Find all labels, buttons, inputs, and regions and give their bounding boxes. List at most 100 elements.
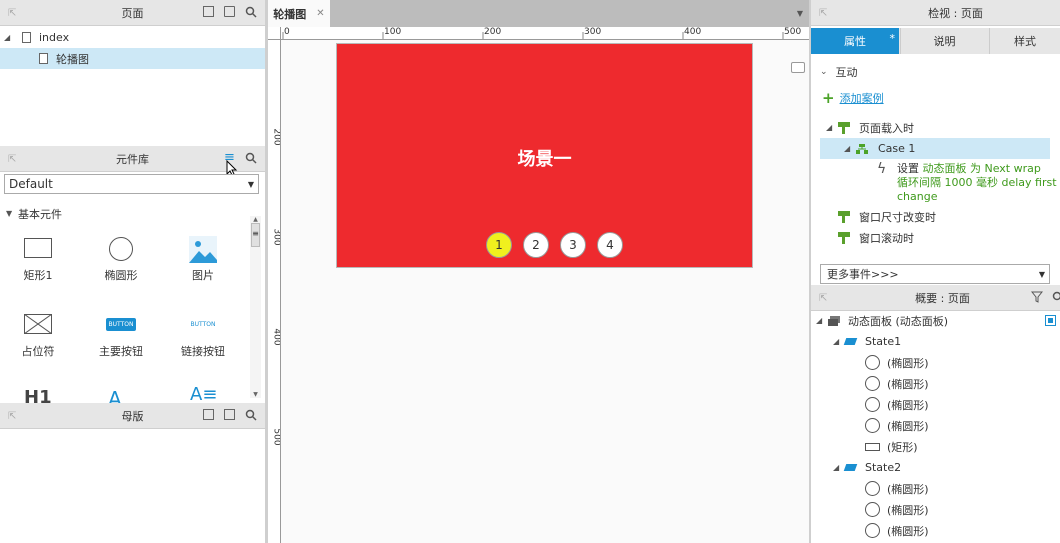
event-page-load[interactable]: ◢ 页面载入时 <box>826 117 914 138</box>
outline-label: (椭圆形) <box>887 419 929 433</box>
close-icon[interactable]: ✕ <box>316 8 324 19</box>
event-label: 窗口尺寸改变时 <box>859 210 936 224</box>
add-master-icon[interactable] <box>202 408 215 421</box>
outline-item[interactable]: (椭圆形) <box>865 520 929 541</box>
ruler-tick-label: 500 <box>271 428 281 446</box>
tab-properties[interactable]: 属性 * <box>811 28 899 54</box>
ruler-corner <box>268 27 281 40</box>
widget-group-basic[interactable]: ▼ 基本元件 <box>6 203 62 224</box>
state-icon <box>843 464 858 471</box>
outline-item[interactable]: (椭圆形) <box>865 415 929 436</box>
tab-label: 轮播图 <box>273 7 307 21</box>
outline-state1[interactable]: ◢ State1 <box>833 331 901 352</box>
inspector-title: 检视 : 页面 <box>928 6 983 20</box>
action-row[interactable]: ϟ 设置 动态面板 为 Next wrap 循环间隔 1000 毫秒 delay… <box>877 162 1057 204</box>
widget-image[interactable]: 图片 <box>168 236 238 283</box>
library-panel-title: 元件库 <box>116 152 149 166</box>
scrollbar-down-arrow[interactable]: ▼ <box>250 391 261 398</box>
widget-primary-button[interactable]: BUTTON 主要按钮 <box>86 318 156 359</box>
outline-item[interactable]: (椭圆形) <box>865 352 929 373</box>
paragraph-icon: A≡ <box>190 384 218 403</box>
pin-icon[interactable]: ⇱ <box>8 154 16 165</box>
label-icon: A <box>108 387 122 403</box>
add-folder-icon[interactable] <box>223 408 236 421</box>
dynamic-panel-slide[interactable]: 场景一 1 2 3 4 <box>336 43 753 268</box>
collapse-triangle-icon[interactable]: ◢ <box>844 144 856 153</box>
search-icon[interactable] <box>244 408 257 421</box>
collapse-triangle-icon[interactable]: ▼ <box>6 209 18 218</box>
library-scrollbar[interactable]: ▲ ≡ ▼ <box>250 216 261 398</box>
more-events-label: 更多事件>>> <box>827 268 899 281</box>
chevron-down-icon[interactable]: ⌄ <box>820 67 828 77</box>
add-case-link[interactable]: + 添加案例 <box>822 87 884 108</box>
page-item-index[interactable]: ◢ index <box>0 27 265 48</box>
visibility-toggle-icon[interactable] <box>1045 315 1056 326</box>
filter-icon[interactable] <box>1030 290 1043 303</box>
slide-dot-1[interactable]: 1 <box>486 232 512 258</box>
inspector-header: ⇱ 检视 : 页面 <box>811 0 1060 26</box>
library-select[interactable]: Default ▼ <box>4 174 259 194</box>
widget-rectangle[interactable]: 矩形1 <box>3 238 73 283</box>
widget-ellipse[interactable]: 椭圆形 <box>86 237 156 283</box>
slide-dot-3[interactable]: 3 <box>560 232 586 258</box>
ruler-vertical: 200 300 400 500 <box>268 40 281 543</box>
masters-panel-header: ⇱ 母版 <box>0 403 265 429</box>
pin-icon[interactable]: ⇱ <box>8 8 16 19</box>
tab-notes[interactable]: 说明 <box>900 28 988 54</box>
outline-label: State2 <box>865 461 902 474</box>
outline-item[interactable]: (椭圆形) <box>865 478 929 499</box>
search-icon[interactable] <box>244 151 257 164</box>
search-icon[interactable] <box>244 5 257 18</box>
event-window-resize[interactable]: 窗口尺寸改变时 <box>838 206 936 227</box>
outline-item[interactable]: (椭圆形) <box>865 373 929 394</box>
outline-item[interactable]: (矩形) <box>865 436 918 457</box>
event-window-scroll[interactable]: 窗口滚动时 <box>838 227 914 248</box>
slide-dot-4[interactable]: 4 <box>597 232 623 258</box>
action-line3: change <box>897 190 938 203</box>
tab-menu-chevron-icon[interactable]: ▼ <box>797 9 803 18</box>
outline-item[interactable]: (椭圆形) <box>865 499 929 520</box>
widget-link-button[interactable]: BUTTON 链接按钮 <box>168 318 238 359</box>
action-line2: 循环间隔 1000 毫秒 delay first <box>897 176 1057 189</box>
event-flag-icon <box>838 210 851 223</box>
page-file-icon <box>39 53 48 64</box>
ruler-tick-label: 0 <box>284 27 290 37</box>
widget-placeholder[interactable]: 占位符 <box>3 313 73 359</box>
page-item-carousel[interactable]: 轮播图 <box>0 48 265 69</box>
collapse-triangle-icon[interactable]: ◢ <box>4 33 16 42</box>
collapse-triangle-icon[interactable]: ◢ <box>816 316 828 325</box>
add-page-icon[interactable] <box>202 5 215 18</box>
scrollbar-up-arrow[interactable]: ▲ <box>250 216 261 223</box>
add-folder-icon[interactable] <box>223 5 236 18</box>
pin-icon[interactable]: ⇱ <box>819 8 827 19</box>
outline-root-panel[interactable]: ◢ 动态面板 (动态面板) <box>816 310 1056 331</box>
ruler-tick-label: 400 <box>271 328 281 346</box>
canvas-corner-widget-icon[interactable] <box>791 62 805 73</box>
action-prefix: 设置 <box>897 162 919 175</box>
more-events-select[interactable]: 更多事件>>> ▼ <box>820 264 1050 284</box>
widget-label: 矩形1 <box>23 269 53 282</box>
state-icon <box>843 338 858 345</box>
outline-label: (椭圆形) <box>887 482 929 496</box>
slide-dot-2[interactable]: 2 <box>523 232 549 258</box>
tab-carousel[interactable]: 轮播图 ✕ <box>268 0 330 27</box>
tab-label: 属性 <box>844 35 866 48</box>
event-label: 窗口滚动时 <box>859 231 914 245</box>
image-icon <box>189 236 217 263</box>
case-1-row[interactable]: ◢ Case 1 <box>820 138 1050 159</box>
pin-icon[interactable]: ⇱ <box>819 293 827 304</box>
pages-panel-header: ⇱ 页面 <box>0 0 265 26</box>
tab-style[interactable]: 样式 <box>989 28 1060 54</box>
outline-state2[interactable]: ◢ State2 <box>833 457 901 478</box>
search-icon[interactable] <box>1051 290 1060 303</box>
scrollbar-thumb[interactable]: ≡ <box>251 223 260 247</box>
collapse-triangle-icon[interactable]: ◢ <box>826 123 838 132</box>
ruler-tick-label: 300 <box>271 228 281 246</box>
ellipse-icon <box>109 237 133 261</box>
interaction-section[interactable]: ⌄ 互动 <box>820 61 858 82</box>
outline-label: (矩形) <box>887 440 918 454</box>
widget-label: 图片 <box>192 269 214 282</box>
widget-label: 链接按钮 <box>181 345 225 358</box>
pin-icon[interactable]: ⇱ <box>8 411 16 422</box>
outline-item[interactable]: (椭圆形) <box>865 394 929 415</box>
